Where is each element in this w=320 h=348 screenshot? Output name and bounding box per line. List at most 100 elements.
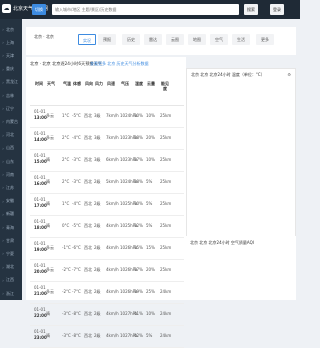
data-cell: 7km/h: [106, 135, 119, 140]
sidebar-item[interactable]: › 宁夏: [0, 247, 22, 260]
table-row[interactable]: 01-01 18:00 晴 0°C -5°C 西北 2级 4km/h 1025hPa 32% 5% 2…: [30, 215, 184, 238]
sidebar-item[interactable]: › 辽宁: [0, 102, 22, 115]
time-cell: 23:00: [34, 335, 47, 340]
table-row[interactable]: 01-01 16:00 晴 2°C -3°C 西北 2级 5km/h 1024hPa 28% 5% 2…: [30, 171, 184, 194]
table-row[interactable]: 01-01 15:00 晴 2°C -3°C 西北 3级 6km/h 1023hPa 27% 10%…: [30, 149, 184, 172]
forecast-table-panel: 北京 · 北京 北京逐24小时6天预报天气 查看更多 北京 历史天气分析数据 时…: [26, 57, 186, 348]
table-row[interactable]: 01-01 21:00 多云 -2°C -7°C 西北 2级 4km/h 1026hPa 39% 2…: [30, 281, 184, 304]
data-cell: 25km: [160, 113, 172, 118]
tab-item[interactable]: 地图: [188, 34, 206, 45]
data-cell: 2级: [94, 267, 101, 272]
tab-item[interactable]: 云图: [166, 34, 184, 45]
gear-icon[interactable]: ⚙: [287, 72, 291, 77]
data-cell: 41%: [134, 311, 143, 316]
table-row[interactable]: 01-01 20:00 多云 -2°C -7°C 西北 2级 4km/h 1026hPa 37% 2…: [30, 259, 184, 282]
login-button[interactable]: 登录: [270, 4, 284, 15]
date-cell: 01-01: [34, 109, 46, 114]
sidebar-item-label: 黑龙江: [6, 79, 18, 85]
data-cell: 西北: [84, 333, 92, 338]
data-cell: -8°C: [72, 333, 81, 338]
data-cell: 多云: [46, 113, 54, 118]
table-row[interactable]: 01-01 13:00 多云 1°C -5°C 西北 3级 7km/h 1024hPa 30% 10…: [30, 105, 184, 128]
table-row[interactable]: 01-01 17:00 晴 1°C -4°C 西北 2级 5km/h 1025hPa 30% 5% 2…: [30, 193, 184, 216]
time-cell: 18:00: [34, 225, 47, 230]
date-cell: 01-01: [34, 153, 46, 158]
data-cell: 28%: [134, 135, 143, 140]
time-cell: 22:00: [34, 313, 47, 318]
tab-item[interactable]: 实况: [78, 34, 96, 45]
tab-item[interactable]: 更多: [256, 34, 274, 45]
data-cell: 10%: [146, 157, 155, 162]
tab-item[interactable]: 预报: [98, 34, 116, 45]
data-cell: 4km/h: [106, 289, 119, 294]
switch-city-button[interactable]: 切换: [32, 4, 46, 15]
data-cell: 24km: [160, 333, 172, 338]
sidebar-item[interactable]: › 北京: [0, 23, 22, 36]
data-cell: 晴: [46, 157, 50, 162]
data-cell: 4km/h: [106, 267, 119, 272]
time-cell: 16:00: [34, 181, 47, 186]
sidebar-item[interactable]: › 山东: [0, 155, 22, 168]
sidebar-item[interactable]: › 内蒙古: [0, 115, 22, 128]
sidebar-item[interactable]: › 重庆: [0, 63, 22, 76]
sidebar-item[interactable]: › 安徽: [0, 195, 22, 208]
data-cell: 42%: [134, 333, 143, 338]
data-cell: -5°C: [72, 113, 81, 118]
tab-item[interactable]: 生活: [232, 34, 250, 45]
data-cell: 3级: [94, 135, 101, 140]
aqi-title: 北京 北京 北京24小时 空气质量AQI: [190, 240, 254, 245]
sidebar-item[interactable]: › 天津: [0, 49, 22, 62]
sidebar-item[interactable]: › 吉林: [0, 89, 22, 102]
sidebar-item[interactable]: › 河北: [0, 129, 22, 142]
tab-item[interactable]: 雷达: [144, 34, 162, 45]
date-cell: 01-01: [34, 219, 46, 224]
sidebar-item[interactable]: › 江苏: [0, 181, 22, 194]
sidebar-item[interactable]: › 浙江: [0, 287, 22, 300]
data-cell: 10%: [146, 311, 155, 316]
data-cell: 28%: [134, 179, 143, 184]
sidebar-item[interactable]: › 新疆: [0, 208, 22, 221]
tab-item[interactable]: 空气: [210, 34, 228, 45]
date-cell: 01-01: [34, 285, 46, 290]
data-cell: 25km: [160, 245, 172, 250]
province-sidebar: › 北京 › 上海 › 天津 › 重庆 › 黑龙江 › 吉林 › 辽宁 › 内蒙古 › 河北 › 山西 › 山东 › 河南 › 江…: [0, 19, 22, 300]
data-cell: 25km: [160, 179, 172, 184]
data-cell: -3°C: [62, 311, 71, 316]
sidebar-item[interactable]: › 上海: [0, 36, 22, 49]
data-cell: 西北: [84, 179, 92, 184]
table-row[interactable]: 01-01 23:00 晴 -3°C -8°C 西北 2级 4km/h 1027hPa 42% 5%…: [30, 325, 184, 348]
data-cell: 西北: [84, 267, 92, 272]
data-cell: 25km: [160, 201, 172, 206]
data-cell: 多云: [46, 135, 54, 140]
data-cell: 西北: [84, 311, 92, 316]
sidebar-item[interactable]: › 黑龙江: [0, 76, 22, 89]
time-cell: 14:00: [34, 137, 47, 142]
table-row[interactable]: 01-01 22:00 晴 -3°C -8°C 西北 2级 4km/h 1027hPa 41% 10…: [30, 303, 184, 326]
sidebar-item[interactable]: › 江西: [0, 274, 22, 287]
data-cell: 6km/h: [106, 157, 119, 162]
data-cell: 4km/h: [106, 245, 119, 250]
sidebar-item[interactable]: › 湖北: [0, 261, 22, 274]
data-cell: 37%: [134, 267, 143, 272]
data-cell: 2级: [94, 223, 101, 228]
data-cell: 20%: [146, 135, 155, 140]
table-row[interactable]: 01-01 14:00 多云 2°C -4°C 西北 3级 7km/h 1023hPa 28% 20…: [30, 127, 184, 150]
history-link[interactable]: 查看更多 北京 历史天气分析数据: [90, 61, 149, 67]
date-cell: 01-01: [34, 307, 46, 312]
data-cell: -3°C: [72, 157, 81, 162]
sidebar-item[interactable]: › 河南: [0, 168, 22, 181]
column-header: 云量: [147, 81, 155, 86]
sidebar-item[interactable]: › 甘肃: [0, 234, 22, 247]
data-cell: 西北: [84, 289, 92, 294]
sidebar-item[interactable]: › 山西: [0, 142, 22, 155]
column-header: 气温: [63, 81, 71, 86]
search-input[interactable]: [52, 4, 239, 15]
data-cell: 1°C: [62, 113, 70, 118]
sidebar-item-label: 江西: [6, 277, 14, 283]
search-button[interactable]: 搜索: [244, 4, 258, 15]
table-row[interactable]: 01-01 19:00 多云 -1°C -6°C 西北 2级 4km/h 1026hPa 35% 1…: [30, 237, 184, 260]
data-cell: 4km/h: [106, 333, 119, 338]
data-cell: 2级: [94, 201, 101, 206]
sidebar-item[interactable]: › 青海: [0, 221, 22, 234]
tab-item[interactable]: 历史: [122, 34, 140, 45]
